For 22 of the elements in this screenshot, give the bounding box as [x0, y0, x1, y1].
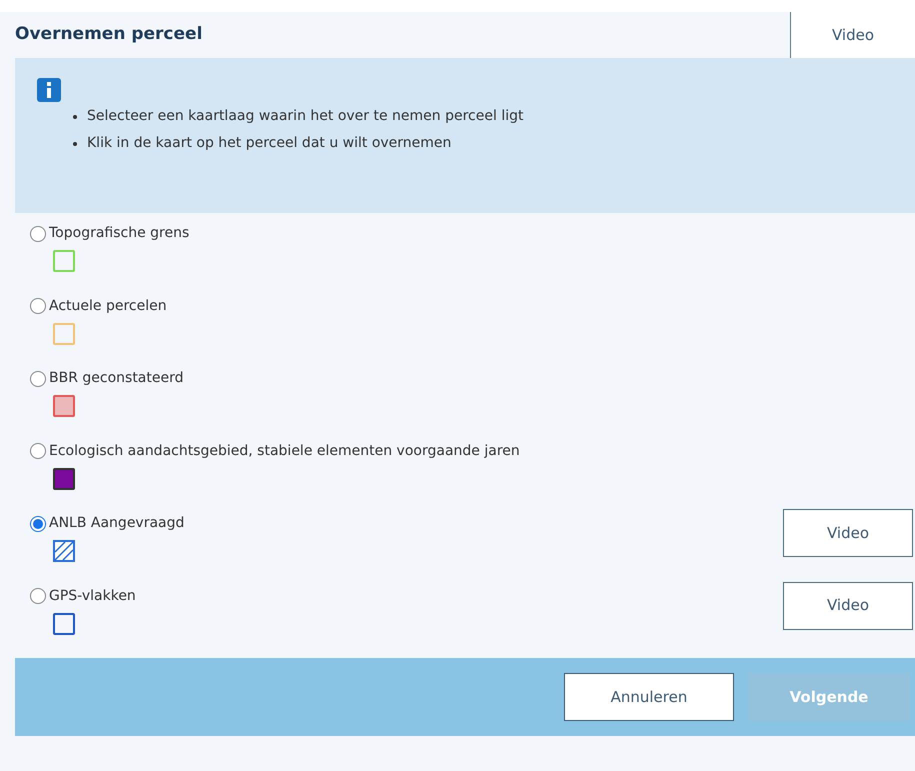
- layer-label[interactable]: ANLB Aangevraagd: [49, 513, 184, 534]
- layer-label[interactable]: BBR geconstateerd: [49, 368, 184, 389]
- footer-button[interactable]: Annuleren: [564, 673, 734, 721]
- info-icon: [37, 78, 61, 102]
- radio-button[interactable]: [30, 226, 46, 242]
- radio-button[interactable]: [30, 443, 46, 459]
- radio-button[interactable]: [30, 298, 46, 314]
- video-tab[interactable]: Video: [790, 12, 915, 58]
- layer-label[interactable]: Actuele percelen: [49, 296, 167, 316]
- radio-button[interactable]: [30, 370, 46, 386]
- radio-button[interactable]: [30, 516, 46, 532]
- layer-label[interactable]: Ecologisch aandachtsgebied, stabiele elementen voorgaande jaren: [49, 440, 520, 462]
- layer-label[interactable]: Topografische grens: [49, 223, 190, 244]
- info-text: Klik in de kaart op het perceel dat u wilt overnemen: [87, 134, 452, 153]
- video-button[interactable]: Video: [783, 582, 913, 630]
- layer-label[interactable]: GPS-vlakken: [49, 586, 136, 606]
- bullet-icon: [73, 114, 77, 118]
- radio-button[interactable]: [30, 588, 46, 604]
- bullet-icon: [73, 142, 77, 146]
- info-text: Selecteer een kaartlaag waarin het over te nemen perceel ligt: [87, 107, 524, 126]
- dialog-title: Overnemen perceel: [15, 23, 202, 46]
- video-button[interactable]: Video: [783, 509, 913, 557]
